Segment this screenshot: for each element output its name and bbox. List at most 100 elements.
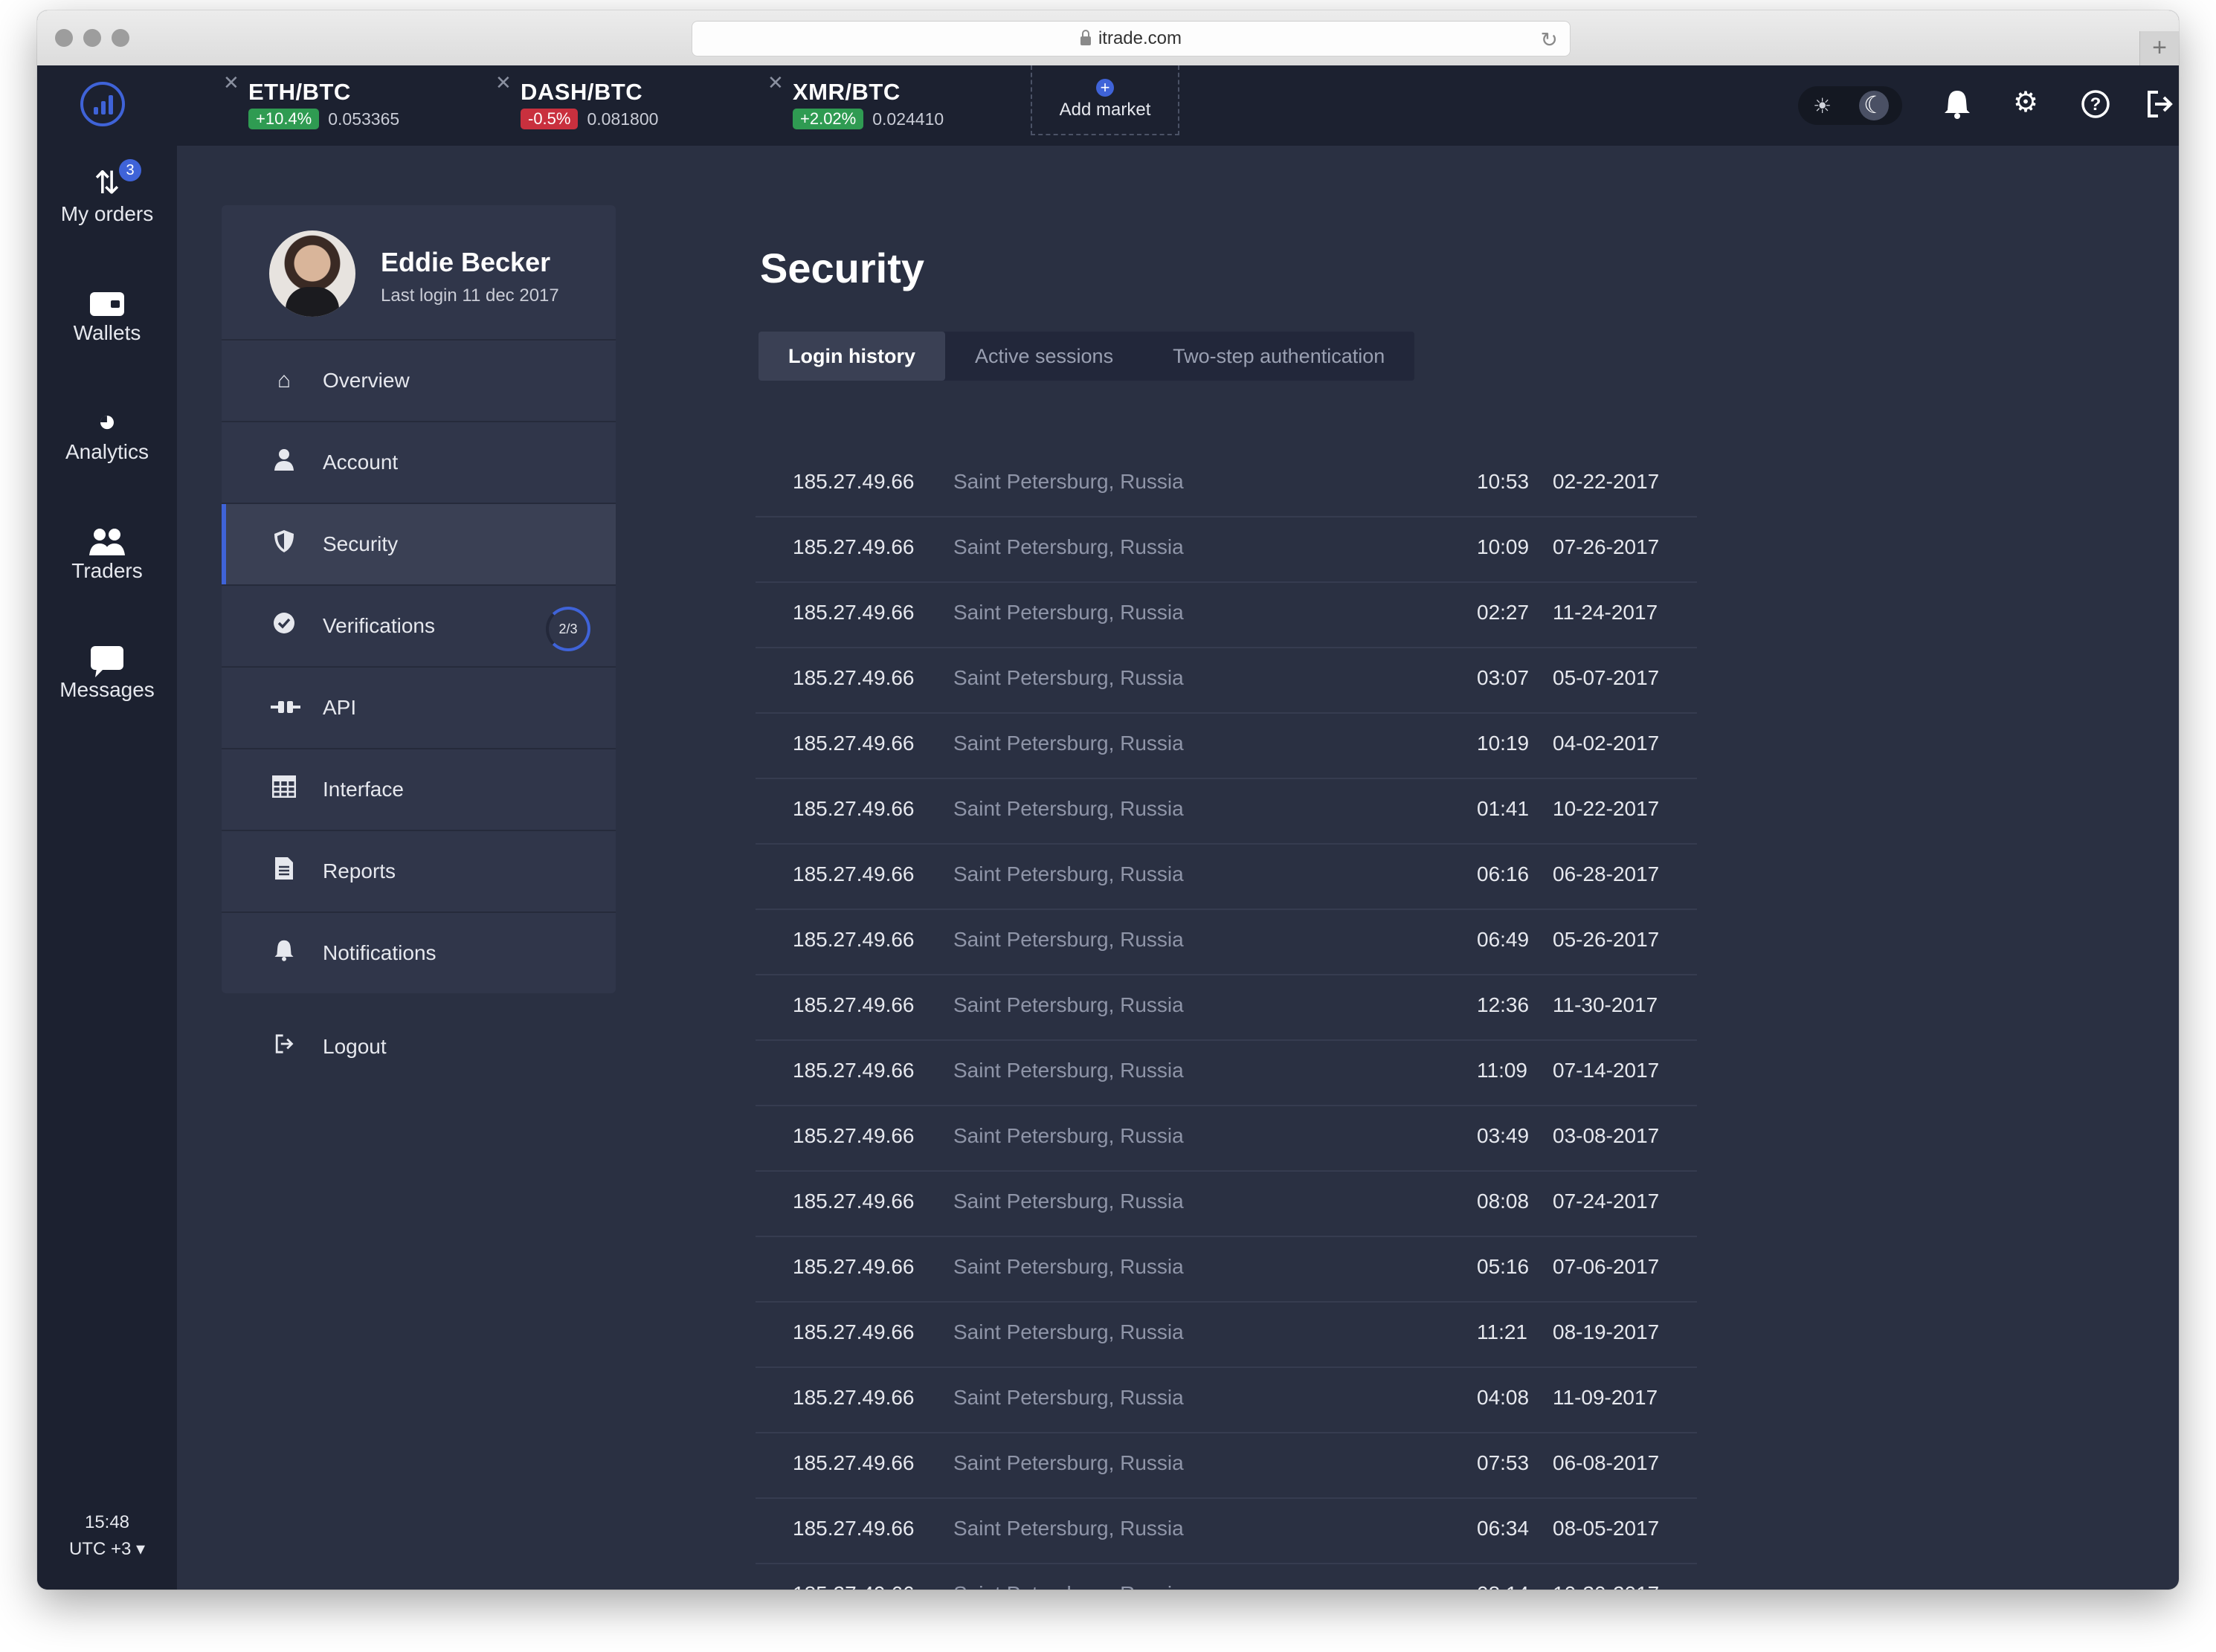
time-cell: 10:19: [1477, 732, 1530, 755]
time-cell: 08:14: [1477, 1582, 1529, 1590]
minimize-window-button[interactable]: [83, 29, 101, 47]
menu-item-reports[interactable]: Reports: [222, 831, 616, 913]
date-cell: 11-09-2017: [1553, 1386, 1658, 1409]
ip-cell: 185.27.49.66: [793, 732, 915, 755]
rail-item-my-orders[interactable]: ⇅ 3 My orders: [37, 159, 177, 226]
time-cell: 01:41: [1477, 797, 1530, 820]
close-icon[interactable]: ✕: [495, 71, 512, 94]
ip-cell: 185.27.49.66: [793, 862, 915, 885]
menu-item-label: Reports: [323, 859, 396, 883]
verified-badge-icon: [271, 611, 297, 641]
menu-item-security[interactable]: Security: [222, 504, 616, 586]
location-cell: Saint Petersburg, Russia: [953, 928, 1184, 951]
tab-login-history[interactable]: Login history: [758, 332, 945, 381]
user-icon: [271, 448, 297, 477]
gear-icon[interactable]: ⚙: [2008, 85, 2043, 120]
rail-item-messages[interactable]: Messages: [37, 639, 177, 702]
logout-button[interactable]: Logout: [222, 1007, 616, 1087]
address-bar[interactable]: itrade.com ↻: [692, 21, 1571, 57]
date-cell: 10-30-2017: [1553, 1582, 1659, 1590]
table-row: 185.27.49.66 Saint Petersburg, Russia 10:1…: [756, 714, 1697, 779]
time-cell: 10:09: [1477, 535, 1530, 558]
timezone-select[interactable]: UTC +3 ▾: [37, 1536, 177, 1563]
date-cell: 07-24-2017: [1553, 1190, 1660, 1213]
date-cell: 05-26-2017: [1553, 928, 1660, 951]
rail-item-traders[interactable]: Traders: [37, 520, 177, 583]
rail-item-wallets[interactable]: Wallets: [37, 283, 177, 345]
bell-icon[interactable]: [1939, 85, 1975, 120]
ip-cell: 185.27.49.66: [793, 470, 915, 493]
close-window-button[interactable]: [55, 29, 73, 47]
zoom-window-button[interactable]: [112, 29, 129, 47]
grid-layout-icon: [271, 775, 297, 804]
market-pair: ETH/BTC: [248, 79, 351, 105]
table-row: 185.27.49.66 Saint Petersburg, Russia 03:0…: [756, 648, 1697, 714]
menu-item-label: Security: [323, 532, 399, 555]
table-row: 185.27.49.66 Saint Petersburg, Russia 08:0…: [756, 1172, 1697, 1237]
ip-cell: 185.27.49.66: [793, 666, 915, 689]
clock[interactable]: 15:48 UTC +3 ▾: [37, 1509, 177, 1563]
home-icon: ⌂: [277, 368, 292, 393]
avatar[interactable]: [269, 230, 355, 317]
market-topbar: ✕ ETH/BTC +10.4% 0.053365 ✕ DASH/BTC -0.…: [177, 65, 2179, 146]
market-change-badge: -0.5%: [521, 109, 579, 129]
help-icon[interactable]: ?: [2078, 85, 2113, 120]
close-icon[interactable]: ✕: [767, 71, 784, 94]
location-cell: Saint Petersburg, Russia: [953, 1190, 1184, 1213]
location-cell: Saint Petersburg, Russia: [953, 1255, 1184, 1278]
location-cell: Saint Petersburg, Russia: [953, 1059, 1184, 1082]
theme-toggle[interactable]: ☀ ☾: [1798, 86, 1902, 125]
table-row: 185.27.49.66 Saint Petersburg, Russia 08:1…: [756, 1564, 1697, 1590]
location-cell: Saint Petersburg, Russia: [953, 1451, 1184, 1474]
rail-item-analytics[interactable]: ◕ Analytics: [37, 401, 177, 464]
location-cell: Saint Petersburg, Russia: [953, 666, 1184, 689]
menu-item-label: Overview: [323, 369, 410, 392]
time-cell: 06:34: [1477, 1517, 1530, 1540]
location-cell: Saint Petersburg, Russia: [953, 797, 1184, 820]
table-row: 185.27.49.66 Saint Petersburg, Russia 12:3…: [756, 975, 1697, 1041]
market-tab-xmr-btc[interactable]: ✕ XMR/BTC +2.02% 0.024410: [767, 71, 944, 129]
location-cell: Saint Petersburg, Russia: [953, 470, 1184, 493]
market-tab-eth-btc[interactable]: ✕ ETH/BTC +10.4% 0.053365: [223, 71, 400, 129]
menu-item-api[interactable]: API: [222, 668, 616, 749]
logout-label: Logout: [323, 1035, 387, 1058]
users-icon: [37, 520, 177, 559]
market-change-badge: +2.02%: [793, 109, 864, 129]
reload-icon[interactable]: ↻: [1541, 28, 1558, 52]
tab-active-sessions[interactable]: Active sessions: [945, 332, 1143, 381]
time-cell: 04:08: [1477, 1386, 1530, 1409]
date-cell: 10-22-2017: [1553, 797, 1660, 820]
sign-out-icon[interactable]: [2142, 85, 2177, 120]
add-market-button[interactable]: + Add market: [1031, 65, 1179, 135]
time-cell: 11:09: [1477, 1059, 1527, 1082]
arrows-updown-icon: ⇅ 3: [37, 159, 177, 202]
date-cell: 07-06-2017: [1553, 1255, 1660, 1278]
ip-cell: 185.27.49.66: [793, 1190, 915, 1213]
moon-icon: ☾: [1864, 91, 1885, 118]
chat-bubble-icon: [37, 639, 177, 678]
menu-item-verifications[interactable]: Verifications 2/3: [222, 586, 616, 668]
ip-cell: 185.27.49.66: [793, 928, 915, 951]
rail-item-label: Wallets: [73, 321, 141, 344]
menu-item-overview[interactable]: ⌂ Overview: [222, 341, 616, 422]
menu-item-interface[interactable]: Interface: [222, 749, 616, 831]
table-row: 185.27.49.66 Saint Petersburg, Russia 06:4…: [756, 910, 1697, 975]
market-tab-dash-btc[interactable]: ✕ DASH/BTC -0.5% 0.081800: [495, 71, 658, 129]
date-cell: 11-30-2017: [1553, 993, 1658, 1016]
app-logo-icon[interactable]: [80, 82, 125, 126]
time-cell: 10:53: [1477, 470, 1530, 493]
table-row: 185.27.49.66 Saint Petersburg, Russia 06:1…: [756, 845, 1697, 910]
tab-two-step-authentication[interactable]: Two-step authentication: [1143, 332, 1414, 381]
menu-item-notifications[interactable]: Notifications: [222, 913, 616, 993]
close-icon[interactable]: ✕: [223, 71, 239, 94]
browser-toolbar: itrade.com ↻ +: [37, 10, 2179, 66]
menu-item-account[interactable]: Account: [222, 422, 616, 504]
market-price: 0.053365: [328, 109, 400, 129]
date-cell: 07-26-2017: [1553, 535, 1660, 558]
ip-cell: 185.27.49.66: [793, 993, 915, 1016]
new-tab-button[interactable]: +: [2139, 31, 2179, 65]
url-text: itrade.com: [1098, 28, 1182, 48]
ip-cell: 185.27.49.66: [793, 1124, 915, 1147]
table-row: 185.27.49.66 Saint Petersburg, Russia 06:3…: [756, 1499, 1697, 1564]
date-cell: 04-02-2017: [1553, 732, 1660, 755]
